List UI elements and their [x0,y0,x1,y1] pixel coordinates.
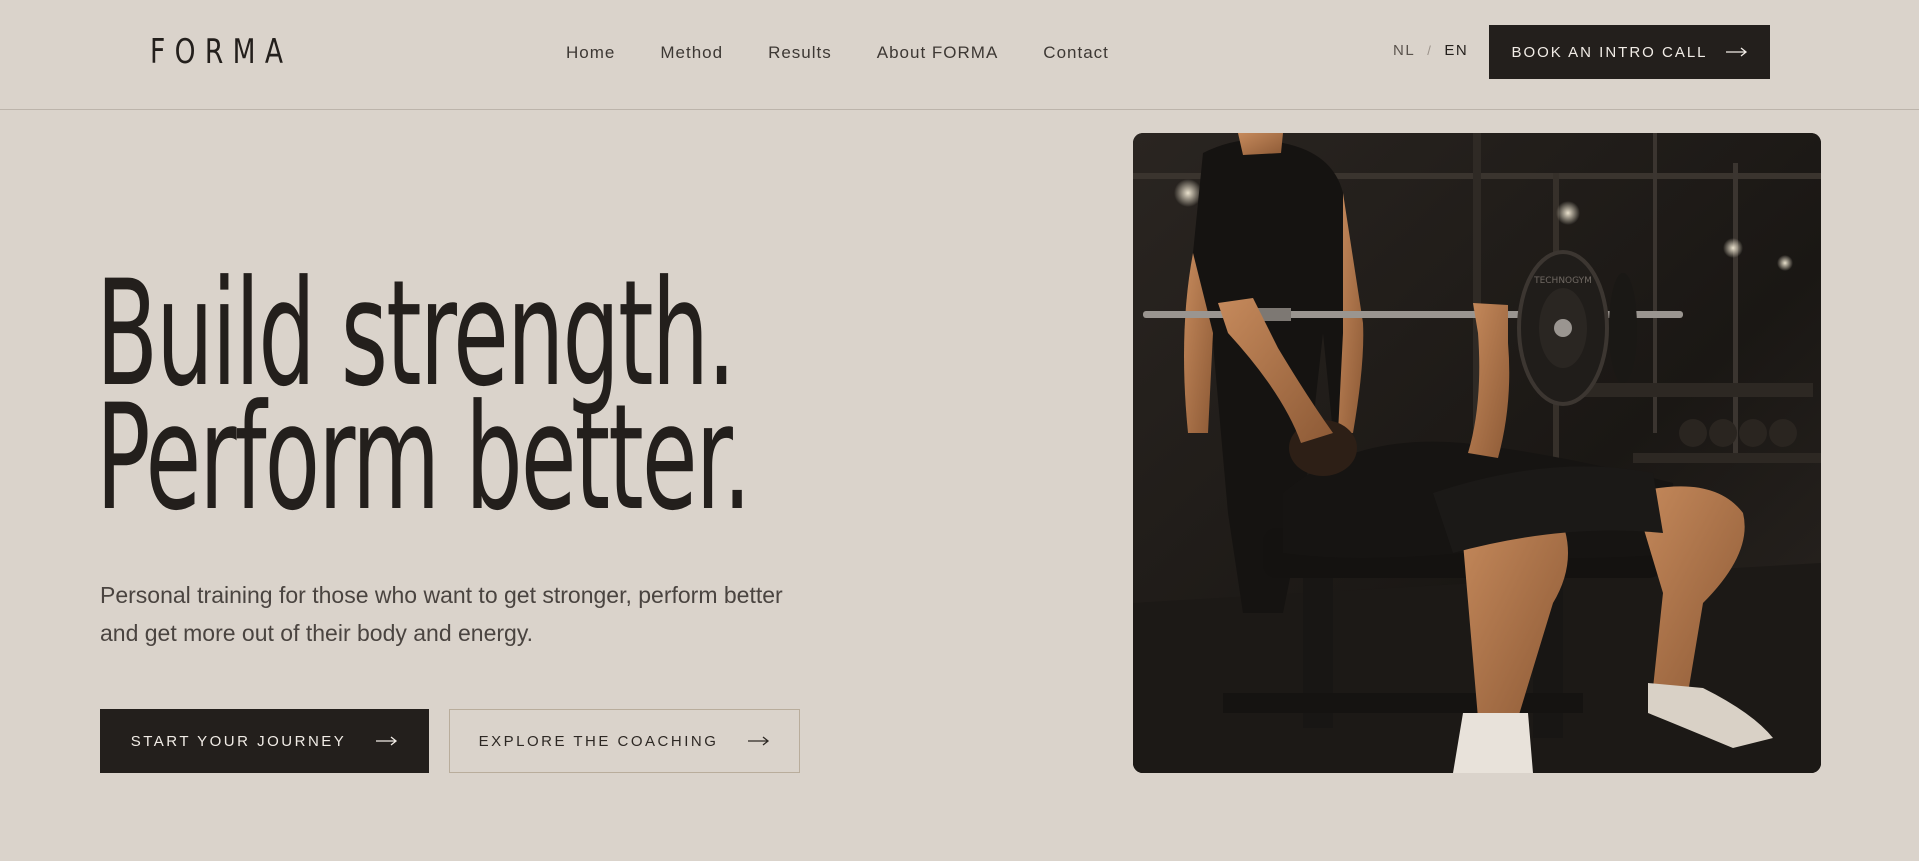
language-switcher: NL / EN [1393,39,1468,63]
lang-en[interactable]: EN [1444,39,1468,63]
gym-bench-press-illustration: TECHNOGYM [1133,133,1821,773]
book-intro-call-label: BOOK AN INTRO CALL [1511,43,1708,61]
explore-coaching-button[interactable]: EXPLORE THE COACHING [449,709,800,773]
hero-headline: Build strength. Perform better. [96,261,752,543]
start-journey-label: START YOUR JOURNEY [130,732,347,750]
lang-nl[interactable]: NL [1393,39,1415,63]
hero-subtitle: Personal training for those who want to … [100,582,783,646]
plate-brand-text: TECHNOGYM [1533,276,1592,286]
nav-method[interactable]: Method [660,40,723,66]
lang-separator: / [1427,43,1433,58]
nav-results[interactable]: Results [768,40,832,66]
arrow-right-icon [376,736,398,746]
book-intro-call-button[interactable]: BOOK AN INTRO CALL [1489,25,1770,79]
arrow-right-icon [1725,47,1748,57]
nav-home[interactable]: Home [566,40,615,66]
main-nav: Home Method Results About FORMA Contact [566,40,1109,66]
start-journey-button[interactable]: START YOUR JOURNEY [100,709,429,773]
nav-about[interactable]: About FORMA [877,40,999,66]
explore-coaching-label: EXPLORE THE COACHING [478,732,719,750]
forma-logo[interactable]: FORMA [150,30,292,74]
site-header: FORMA Home Method Results About FORMA Co… [0,0,1919,110]
headline-line-2: Perform better. [96,373,752,543]
arrow-right-icon [748,736,770,746]
nav-contact[interactable]: Contact [1043,40,1109,66]
hero-photo: TECHNOGYM [1133,133,1821,773]
